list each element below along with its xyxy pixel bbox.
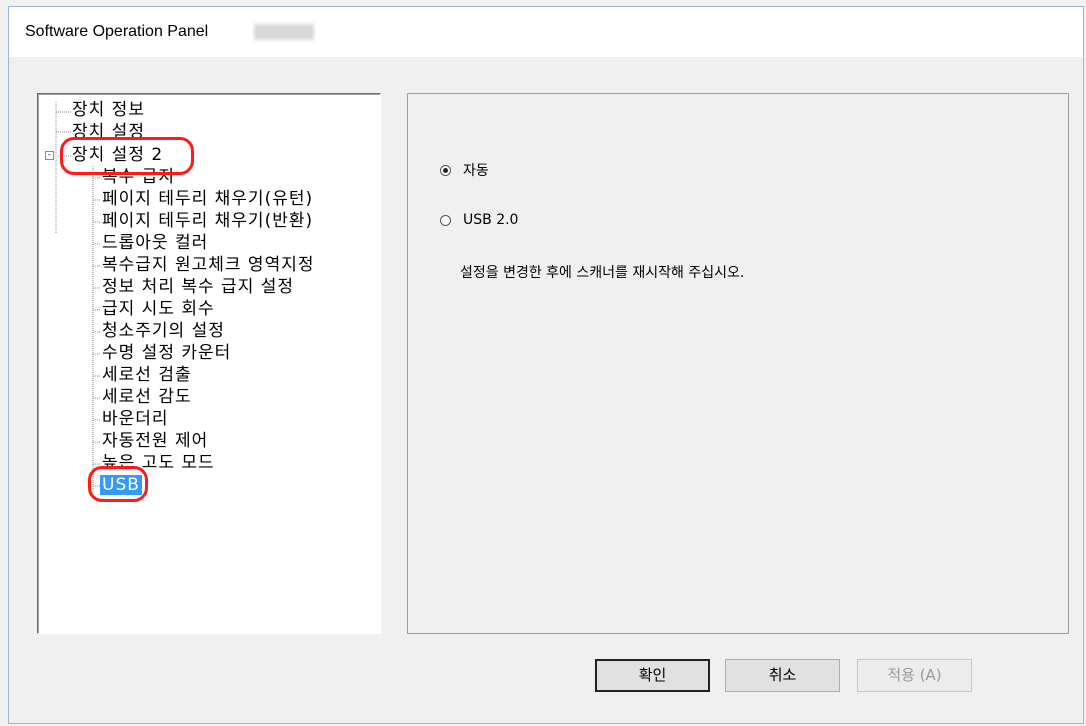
title-bar: Software Operation Panel: [9, 7, 1083, 57]
option-auto-label: 자동: [463, 163, 489, 179]
usb-settings-panel: 자동 USB 2.0 설정을 변경한 후에 스캐너를 재시작해 주십시오.: [407, 93, 1069, 634]
tree-item-device-info[interactable]: 장치 정보: [72, 100, 145, 120]
highlight-usb: [88, 466, 148, 502]
tree-item-auto-power-control[interactable]: 자동전원 제어: [102, 431, 208, 451]
option-auto[interactable]: 자동: [440, 160, 489, 180]
option-usb-2-0[interactable]: USB 2.0: [440, 212, 518, 228]
tree-item-intelligent-multifeed[interactable]: 정보 처리 복수 급지 설정: [102, 277, 294, 297]
tree-item-pick-retry-count[interactable]: 급지 시도 회수: [102, 299, 215, 319]
dialog-window: Software Operation Panel - 장치 정보 장치 설정 장…: [8, 6, 1084, 724]
option-usb-2-0-label: USB 2.0: [463, 212, 519, 228]
tree-connector-lines: [55, 102, 101, 490]
redacted-model-name: [254, 24, 314, 40]
tree-item-cleaning-cycle[interactable]: 청소주기의 설정: [102, 321, 225, 341]
restart-note: 설정을 변경한 후에 스캐너를 재시작해 주십시오.: [460, 265, 745, 281]
tree-item-page-edge-filler-u-turn[interactable]: 페이지 테두리 채우기(유턴): [102, 189, 313, 209]
collapse-icon[interactable]: -: [45, 151, 54, 160]
radio-auto-icon[interactable]: [440, 164, 451, 176]
radio-usb-2-0-icon[interactable]: [440, 214, 451, 226]
highlight-device-settings-2: [60, 137, 194, 175]
tree-item-boundary[interactable]: 바운더리: [102, 409, 169, 429]
ok-button[interactable]: 확인: [595, 659, 710, 692]
tree-item-vertical-streak-detection[interactable]: 세로선 검출: [102, 365, 192, 385]
cancel-button[interactable]: 취소: [725, 659, 840, 692]
tree-item-life-counter[interactable]: 수명 설정 카운터: [102, 343, 231, 363]
window-title: Software Operation Panel: [25, 23, 209, 40]
settings-tree[interactable]: - 장치 정보 장치 설정 장치 설정 2 복수 급지 페이지 테두리 채우기(…: [37, 93, 381, 634]
tree-item-vertical-streak-sensitivity[interactable]: 세로선 감도: [102, 387, 192, 407]
tree-item-page-edge-filler-return[interactable]: 페이지 테두리 채우기(반환): [102, 211, 313, 231]
tree-item-dropout-color[interactable]: 드롭아웃 컬러: [102, 233, 208, 253]
tree-item-multifeed-area[interactable]: 복수급지 원고체크 영역지정: [102, 255, 315, 275]
apply-button[interactable]: 적용 (A): [857, 659, 972, 692]
